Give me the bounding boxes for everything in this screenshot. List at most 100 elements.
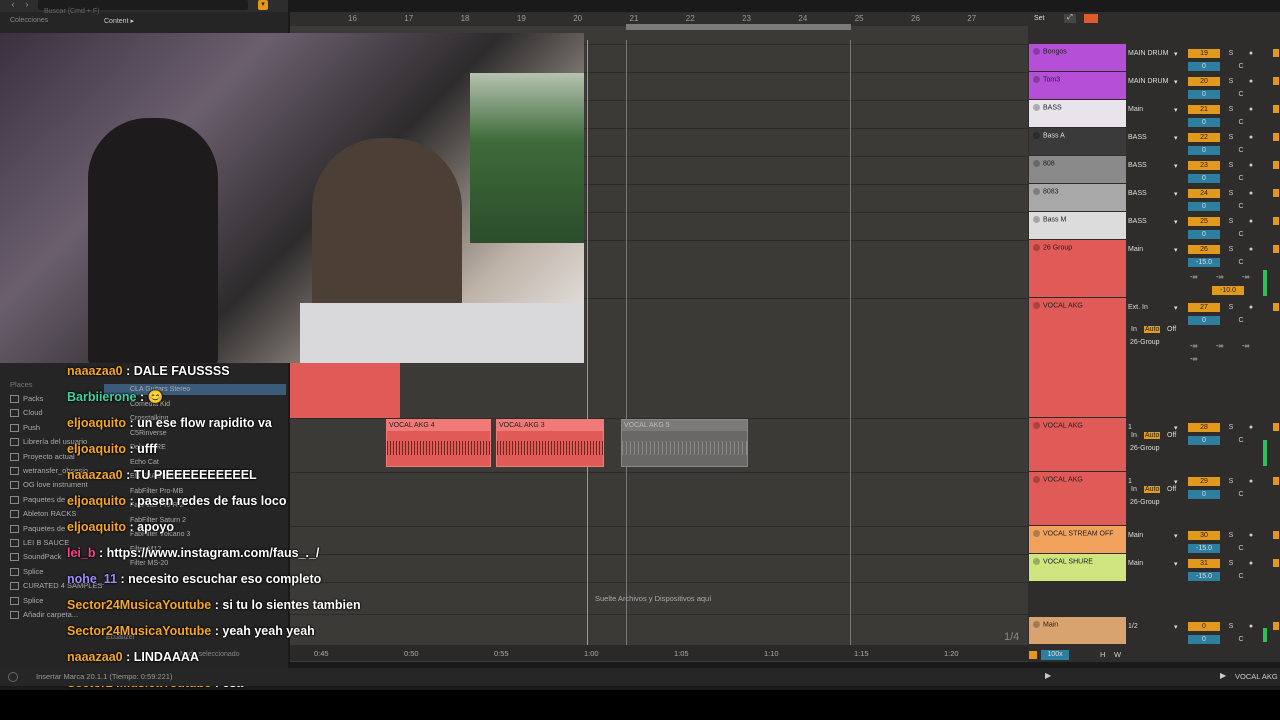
fold-icon[interactable] [1033, 132, 1040, 139]
fold-icon[interactable] [1033, 48, 1040, 55]
activator-icon[interactable] [1273, 77, 1279, 85]
track-number[interactable]: 26 [1188, 245, 1220, 254]
cue-button[interactable]: C [1236, 316, 1246, 325]
place-item[interactable]: SoundPack [10, 552, 61, 562]
arm-icon[interactable]: ● [1246, 531, 1256, 540]
track-volume[interactable]: 0 [1188, 118, 1220, 127]
track-header[interactable]: Bass M [1029, 212, 1126, 239]
track-header[interactable]: Main [1029, 617, 1126, 644]
chevron-down-icon[interactable]: ▾ [1174, 78, 1178, 86]
chevron-down-icon[interactable]: ▾ [1174, 424, 1178, 432]
track-volume[interactable]: -15.0 [1188, 572, 1220, 581]
track-number[interactable]: 20 [1188, 77, 1220, 86]
arm-icon[interactable]: ● [1246, 105, 1256, 114]
activator-icon[interactable] [1273, 245, 1279, 253]
arm-icon[interactable]: ● [1246, 423, 1256, 432]
fold-icon[interactable] [1033, 422, 1040, 429]
track-volume[interactable]: 0 [1188, 174, 1220, 183]
chevron-down-icon[interactable]: ▾ [1174, 532, 1178, 540]
zoom-percent[interactable]: 100x [1041, 650, 1069, 660]
solo-button[interactable]: S [1226, 189, 1236, 198]
solo-button[interactable]: S [1226, 49, 1236, 58]
track-number[interactable]: 28 [1188, 423, 1220, 432]
track-volume[interactable]: 0 [1188, 62, 1220, 71]
track-routing[interactable]: BASS [1128, 190, 1180, 199]
monitor-off[interactable]: Off [1167, 432, 1176, 439]
record-arm-icon[interactable] [1084, 14, 1098, 23]
chevron-down-icon[interactable]: ▾ [1174, 304, 1178, 312]
expand-icon[interactable]: ⤢ [1064, 14, 1076, 23]
track-play-icon[interactable]: ▶ [1220, 671, 1226, 680]
arm-icon[interactable]: ● [1246, 217, 1256, 226]
activator-icon[interactable] [1273, 559, 1279, 567]
solo-button[interactable]: S [1226, 77, 1236, 86]
cue-button[interactable]: C [1236, 62, 1246, 71]
track-number[interactable]: 22 [1188, 133, 1220, 142]
track-routing[interactable]: Main [1128, 246, 1180, 255]
cue-button[interactable]: C [1236, 174, 1246, 183]
fold-icon[interactable] [1033, 104, 1040, 111]
track-header[interactable]: VOCAL STREAM OFF [1029, 526, 1126, 553]
place-item[interactable]: Paquetes de [10, 524, 65, 533]
monitor-auto[interactable]: Auto [1144, 432, 1161, 439]
track-header[interactable]: 8083 [1029, 184, 1126, 211]
track-number[interactable]: 29 [1188, 477, 1220, 486]
solo-button[interactable]: S [1226, 105, 1236, 114]
track-header[interactable]: VOCAL SHURE [1029, 554, 1126, 581]
track-header[interactable]: VOCAL AKG [1029, 472, 1126, 525]
chevron-down-icon[interactable]: ▾ [1174, 134, 1178, 142]
track-header[interactable]: VOCAL AKG [1029, 298, 1126, 417]
forward-arrow-icon[interactable]: › [22, 0, 32, 10]
arm-icon[interactable]: ● [1246, 477, 1256, 486]
track-header[interactable]: BASS [1029, 100, 1126, 127]
fold-icon[interactable] [1033, 530, 1040, 537]
time-ruler[interactable] [290, 645, 1028, 661]
file-item[interactable]: Filter MS-20 [130, 560, 168, 567]
place-item[interactable]: Cloud [10, 408, 43, 418]
track-volume[interactable]: 0 [1188, 316, 1220, 325]
track-routing[interactable]: BASS [1128, 218, 1180, 227]
track-routing[interactable]: MAIN DRUM [1128, 78, 1180, 87]
monitor-in[interactable]: In [1131, 486, 1137, 493]
arm-icon[interactable]: ● [1246, 189, 1256, 198]
set-label[interactable]: Set [1034, 15, 1045, 22]
track-volume[interactable]: 0 [1188, 202, 1220, 211]
fold-icon[interactable] [1033, 160, 1040, 167]
track-header[interactable]: Tom3 [1029, 72, 1126, 99]
chevron-down-icon[interactable]: ▾ [1174, 478, 1178, 486]
solo-button[interactable]: S [1226, 161, 1236, 170]
filter-icon[interactable]: ▾ [258, 0, 268, 10]
w-toggle[interactable]: W [1114, 650, 1121, 659]
track-volume[interactable]: 0 [1188, 230, 1220, 239]
track-routing[interactable]: BASS [1128, 162, 1180, 171]
solo-button[interactable]: S [1226, 622, 1236, 631]
track-number[interactable]: 23 [1188, 161, 1220, 170]
track-volume[interactable]: 0 [1188, 146, 1220, 155]
arm-icon[interactable]: ● [1246, 559, 1256, 568]
activator-icon[interactable] [1273, 477, 1279, 485]
arm-icon[interactable]: ● [1246, 133, 1256, 142]
output-group[interactable]: 26-Group [1130, 339, 1160, 346]
place-item[interactable]: Splice [10, 596, 43, 605]
arm-icon[interactable]: ● [1246, 622, 1256, 631]
solo-button[interactable]: S [1226, 559, 1236, 568]
cue-button[interactable]: C [1236, 490, 1246, 499]
h-toggle[interactable]: H [1100, 650, 1105, 659]
activator-icon[interactable] [1273, 49, 1279, 57]
chevron-down-icon[interactable]: ▾ [1174, 560, 1178, 568]
info-icon[interactable] [8, 672, 18, 682]
file-item[interactable]: Echo Cat [130, 459, 159, 466]
audio-clip[interactable]: VOCAL AKG 3 [496, 419, 604, 467]
activator-icon[interactable] [1273, 105, 1279, 113]
solo-button[interactable]: S [1226, 133, 1236, 142]
fold-icon[interactable] [1033, 302, 1040, 309]
file-item[interactable]: C5Rinverse [130, 430, 167, 437]
place-item[interactable]: Push [10, 423, 40, 432]
fold-icon[interactable] [1033, 476, 1040, 483]
track-number[interactable]: 31 [1188, 559, 1220, 568]
solo-button[interactable]: S [1226, 423, 1236, 432]
cue-button[interactable]: C [1236, 635, 1246, 644]
chevron-down-icon[interactable]: ▾ [1174, 162, 1178, 170]
arm-icon[interactable]: ● [1246, 161, 1256, 170]
track-routing[interactable]: Main [1128, 560, 1180, 569]
